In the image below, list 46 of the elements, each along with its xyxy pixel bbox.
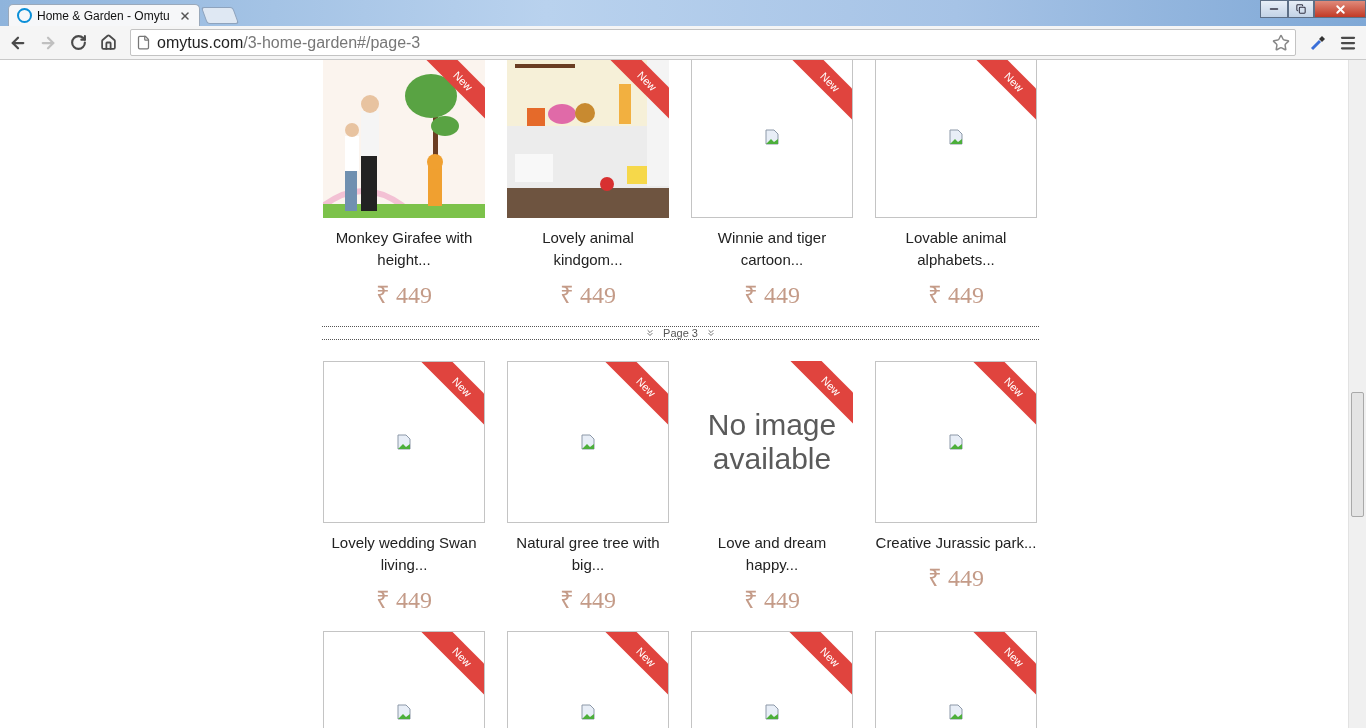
close-button[interactable] bbox=[1314, 0, 1366, 18]
no-image-text: available bbox=[712, 442, 832, 476]
product-name[interactable]: Lovable animal alphabets... bbox=[905, 227, 1007, 271]
product-name[interactable]: Lovely wedding Swan living... bbox=[331, 532, 477, 576]
page-label: Page 3 bbox=[663, 327, 698, 339]
product-price: ₹ 449 bbox=[560, 586, 616, 615]
product-price: ₹ 449 bbox=[928, 564, 984, 593]
page-icon bbox=[136, 35, 151, 50]
broken-image-icon bbox=[581, 434, 595, 450]
product-price: ₹ 449 bbox=[560, 281, 616, 310]
broken-image-icon bbox=[949, 434, 963, 450]
scrollbar[interactable] bbox=[1348, 60, 1366, 728]
product-price: ₹ 449 bbox=[376, 586, 432, 615]
chevrons-down-icon bbox=[645, 328, 656, 338]
restore-icon bbox=[1296, 4, 1306, 14]
product-name[interactable]: Lovely animal kindgom... bbox=[542, 227, 634, 271]
broken-image-icon bbox=[765, 129, 779, 145]
product-price: ₹ 449 bbox=[376, 281, 432, 310]
product-name[interactable]: Natural gree tree with big... bbox=[516, 532, 660, 576]
no-image-text: No image bbox=[707, 408, 837, 442]
home-icon bbox=[99, 34, 117, 51]
product-name[interactable]: Creative Jurassic park... bbox=[875, 532, 1037, 554]
broken-image-icon bbox=[949, 704, 963, 720]
star-icon[interactable] bbox=[1272, 33, 1290, 52]
scrollbar-thumb[interactable] bbox=[1351, 392, 1364, 517]
product-price: ₹ 449 bbox=[744, 281, 800, 310]
broken-image-icon bbox=[397, 704, 411, 720]
product-price: ₹ 449 bbox=[928, 281, 984, 310]
close-icon bbox=[1333, 2, 1347, 16]
broken-image-icon bbox=[397, 434, 411, 450]
reload-icon bbox=[69, 34, 87, 51]
restore-button[interactable] bbox=[1288, 0, 1314, 18]
eyedropper-icon bbox=[1309, 33, 1327, 52]
close-icon[interactable] bbox=[179, 9, 191, 22]
broken-image-icon bbox=[765, 704, 779, 720]
broken-image-icon bbox=[581, 704, 595, 720]
product-name[interactable]: Love and dream happy... bbox=[717, 532, 827, 576]
broken-image-icon bbox=[949, 129, 963, 145]
site-icon bbox=[17, 8, 32, 23]
browser-tab[interactable]: Home & Garden - Omytu bbox=[8, 4, 200, 26]
product-price: ₹ 449 bbox=[744, 586, 800, 615]
product-name[interactable]: Winnie and tiger cartoon... bbox=[717, 227, 827, 271]
minimize-button[interactable] bbox=[1260, 0, 1288, 18]
address-bar[interactable]: omytus.com/3-home-garden#/page-3 bbox=[130, 29, 1296, 56]
chevrons-down-icon bbox=[705, 328, 716, 338]
product-name[interactable]: Monkey Girafee with height... bbox=[335, 227, 473, 271]
